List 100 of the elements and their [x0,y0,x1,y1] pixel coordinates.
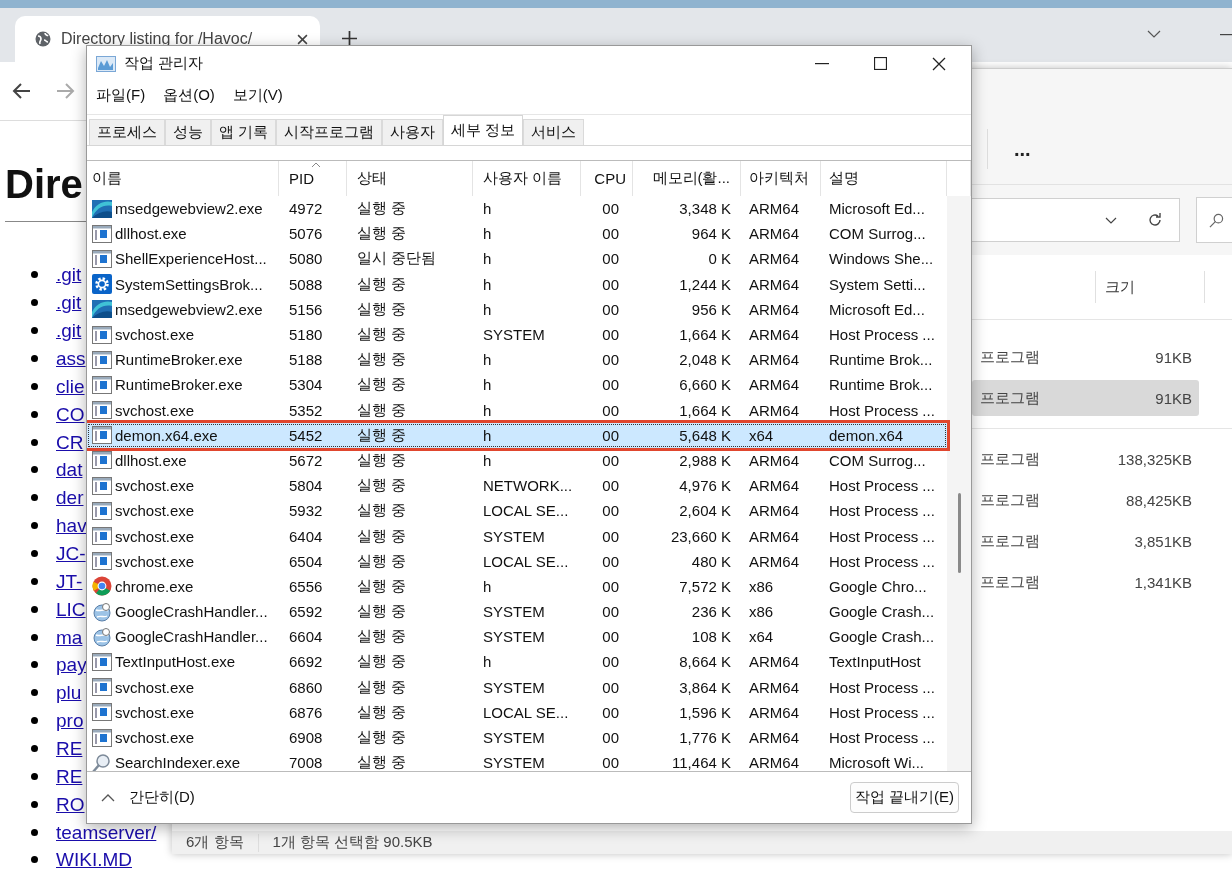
user-name: h [482,350,493,371]
description: Host Process ... [828,501,936,522]
process-name: ShellExperienceHost... [115,250,267,268]
architecture: x64 [748,627,775,648]
description: Host Process ... [828,677,936,698]
architecture: x64 [748,425,775,446]
pid: 5076 [288,224,324,245]
memory: 236 K [690,602,732,623]
memory: 8,664 K [678,652,732,673]
file-size: 3,851KB [1134,532,1192,550]
memory: 6,660 K [678,375,732,396]
user-name: h [482,199,493,220]
memory: 1,244 K [678,274,732,295]
memory: 2,988 K [678,450,732,471]
description: Google Crash... [828,627,936,648]
pid: 6592 [288,602,324,623]
user-name: SYSTEM [482,325,546,346]
cpu: 00 [601,652,620,673]
process-name: dllhost.exe [115,225,187,243]
user-name: LOCAL SE... [482,501,570,522]
description: TextInputHost [828,652,922,673]
description: Microsoft Ed... [828,199,926,220]
architecture: x86 [748,602,775,623]
architecture: ARM64 [748,350,801,371]
description: Windows She... [828,249,935,270]
pid: 5804 [288,476,324,497]
description: Host Process ... [828,325,936,346]
status: 실행 중 [356,475,408,496]
status: 실행 중 [356,500,408,521]
user-name: h [482,400,493,421]
status: 실행 중 [356,399,408,420]
cpu: 00 [601,526,620,547]
user-name: SYSTEM [482,526,546,547]
cpu: 00 [601,728,620,749]
description: System Setti... [828,274,927,295]
status: 실행 중 [356,349,408,370]
user-name: h [482,375,493,396]
description: COM Surrog... [828,224,927,245]
process-name: GoogleCrashHandler... [115,603,268,621]
process-name: svchost.exe [115,552,195,570]
architecture: ARM64 [748,728,801,749]
memory: 5,648 K [678,425,732,446]
user-name: h [482,576,493,597]
status: 실행 중 [356,223,408,244]
cpu: 00 [601,753,620,771]
user-name: h [482,224,493,245]
description: demon.x64 [828,425,905,446]
description: Google Crash... [828,602,936,623]
cpu: 00 [601,274,620,295]
status: 실행 중 [356,701,408,722]
memory: 2,604 K [678,501,732,522]
memory: 3,864 K [678,677,732,698]
process-name: svchost.exe [115,502,195,520]
status: 실행 중 [356,550,408,571]
architecture: ARM64 [748,375,801,396]
architecture: ARM64 [748,652,801,673]
memory: 1,776 K [678,728,732,749]
user-name: SYSTEM [482,753,546,771]
description: Host Process ... [828,526,936,547]
process-name: svchost.exe [115,678,195,696]
status: 실행 중 [356,651,408,672]
architecture: ARM64 [748,400,801,421]
description: Host Process ... [828,728,936,749]
status: 실행 중 [356,626,408,647]
architecture: ARM64 [748,249,801,270]
status: 실행 중 [356,449,408,470]
selection-info: 1개 항목 선택함 90.5KB [272,833,433,852]
user-name: NETWORK... [482,476,574,497]
description: Microsoft Ed... [828,299,926,320]
file-size: 1,341KB [1134,573,1192,591]
memory: 964 K [690,224,732,245]
cpu: 00 [601,576,620,597]
pid: 5932 [288,501,324,522]
pid: 7008 [288,753,324,771]
architecture: ARM64 [748,199,801,220]
description: Runtime Brok... [828,375,934,396]
pid: 5188 [288,350,324,371]
cpu: 00 [601,602,620,623]
cpu: 00 [601,400,620,421]
process-name: msedgewebview2.exe [115,200,263,218]
memory: 1,596 K [678,702,732,723]
architecture: ARM64 [748,753,801,771]
description: Host Process ... [828,400,936,421]
memory: 2,048 K [678,350,732,371]
status: 실행 중 [356,273,408,294]
cpu: 00 [601,501,620,522]
memory: 1,664 K [678,325,732,346]
user-name: h [482,274,493,295]
process-name: msedgewebview2.exe [115,300,263,318]
cpu: 00 [601,476,620,497]
status: 실행 중 [356,424,408,445]
memory: 7,572 K [678,576,732,597]
pid: 6692 [288,652,324,673]
pid: 5180 [288,325,324,346]
pid: 5080 [288,249,324,270]
process-name: svchost.exe [115,703,195,721]
file-type: 프로그램 [980,531,1040,551]
file-size: 88,425KB [1126,491,1192,509]
architecture: ARM64 [748,501,801,522]
memory: 480 K [690,551,732,572]
